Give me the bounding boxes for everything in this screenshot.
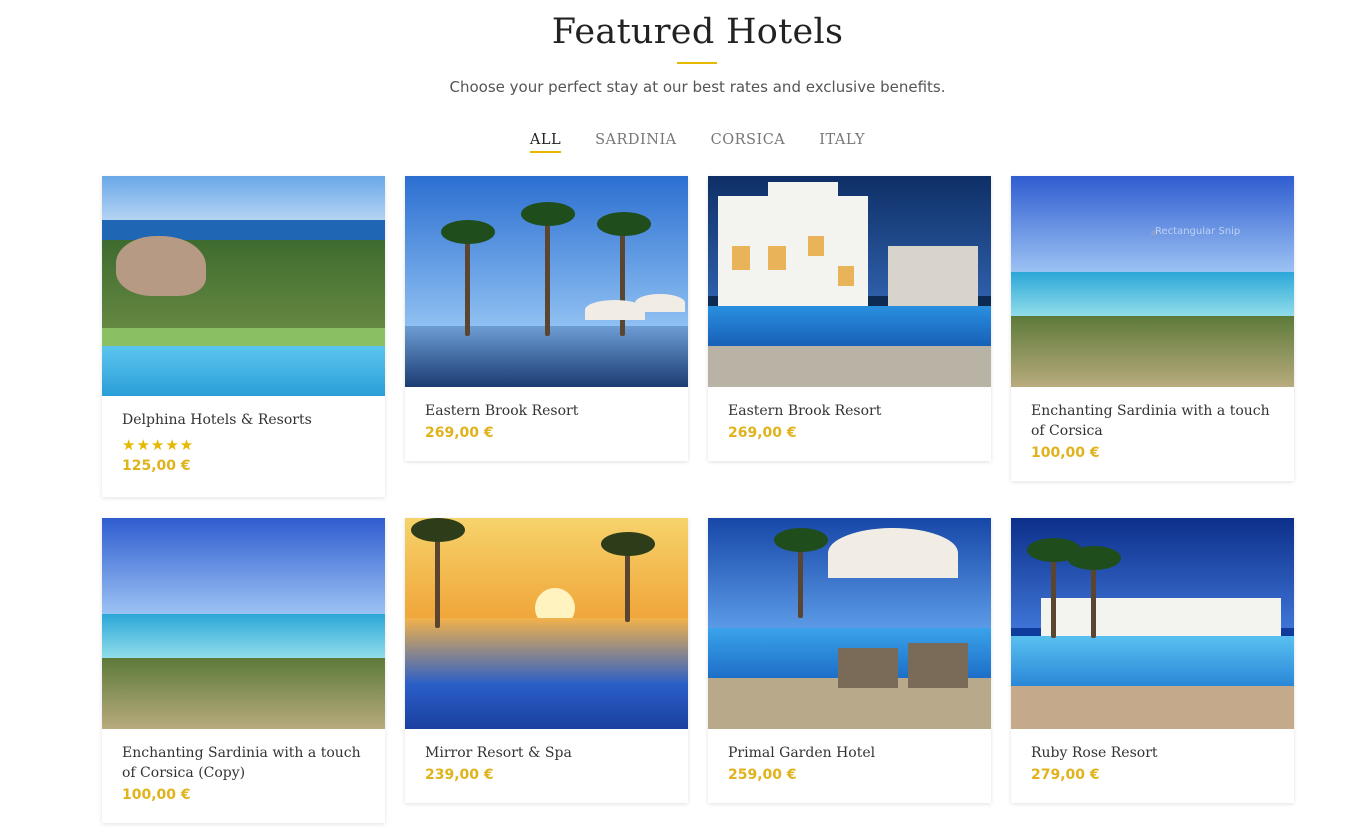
hotel-card-delphina[interactable]: Delphina Hotels & Resorts ★★★★★ 125,00 €: [102, 176, 385, 497]
hotel-price: 269,00 €: [425, 425, 494, 441]
hotel-name[interactable]: Enchanting Sardinia with a touch of Cors…: [122, 743, 365, 783]
hotel-price: 100,00 €: [1031, 445, 1100, 461]
hotel-name[interactable]: Eastern Brook Resort: [728, 401, 971, 421]
hotel-name[interactable]: Delphina Hotels & Resorts: [122, 410, 365, 430]
hotel-price: 239,00 €: [425, 767, 494, 783]
tab-all[interactable]: ALL: [529, 132, 562, 153]
hotel-image[interactable]: [102, 176, 385, 396]
hotel-card-eastern-brook-1[interactable]: Eastern Brook Resort 269,00 €: [405, 176, 688, 461]
hotel-price: 259,00 €: [728, 767, 797, 783]
heading-underline: [677, 62, 717, 64]
hotel-price: 279,00 €: [1031, 767, 1100, 783]
hotel-name[interactable]: Eastern Brook Resort: [425, 401, 668, 421]
hotel-card-eastern-brook-2[interactable]: Eastern Brook Resort 269,00 €: [708, 176, 991, 461]
hotel-price: 100,00 €: [122, 787, 191, 803]
hotel-card-enchanting-sardinia[interactable]: Rectangular Snip Enchanting Sardinia wit…: [1011, 176, 1294, 481]
page-heading: Featured Hotels: [551, 12, 844, 52]
hotel-price: 125,00 €: [122, 458, 191, 474]
hotel-image[interactable]: [708, 518, 991, 729]
snip-watermark: Rectangular Snip: [1155, 226, 1241, 237]
hotel-card-ruby-rose[interactable]: Ruby Rose Resort 279,00 €: [1011, 518, 1294, 803]
hotel-image[interactable]: [1011, 518, 1294, 729]
page-subtitle: Choose your perfect stay at our best rat…: [449, 78, 946, 96]
tab-italy[interactable]: ITALY: [819, 132, 865, 152]
hotel-card-enchanting-sardinia-copy[interactable]: Enchanting Sardinia with a touch of Cors…: [102, 518, 385, 823]
hotel-card-primal-garden[interactable]: Primal Garden Hotel 259,00 €: [708, 518, 991, 803]
star-rating: ★★★★★: [122, 436, 195, 454]
hotel-image[interactable]: [405, 518, 688, 729]
filter-tabs: ALL SARDINIA CORSICA ITALY: [0, 132, 1351, 153]
hotel-name[interactable]: Ruby Rose Resort: [1031, 743, 1274, 763]
hotel-image[interactable]: [708, 176, 991, 387]
hotel-price: 269,00 €: [728, 425, 797, 441]
hotel-name[interactable]: Mirror Resort & Spa: [425, 743, 668, 763]
tab-corsica[interactable]: CORSICA: [711, 132, 786, 152]
hotel-name[interactable]: Enchanting Sardinia with a touch of Cors…: [1031, 401, 1274, 441]
tab-sardinia[interactable]: SARDINIA: [595, 132, 677, 152]
hotel-image[interactable]: [405, 176, 688, 387]
hotel-name[interactable]: Primal Garden Hotel: [728, 743, 971, 763]
hotel-image[interactable]: Rectangular Snip: [1011, 176, 1294, 387]
hotel-card-mirror-resort[interactable]: Mirror Resort & Spa 239,00 €: [405, 518, 688, 803]
hotel-image[interactable]: [102, 518, 385, 729]
